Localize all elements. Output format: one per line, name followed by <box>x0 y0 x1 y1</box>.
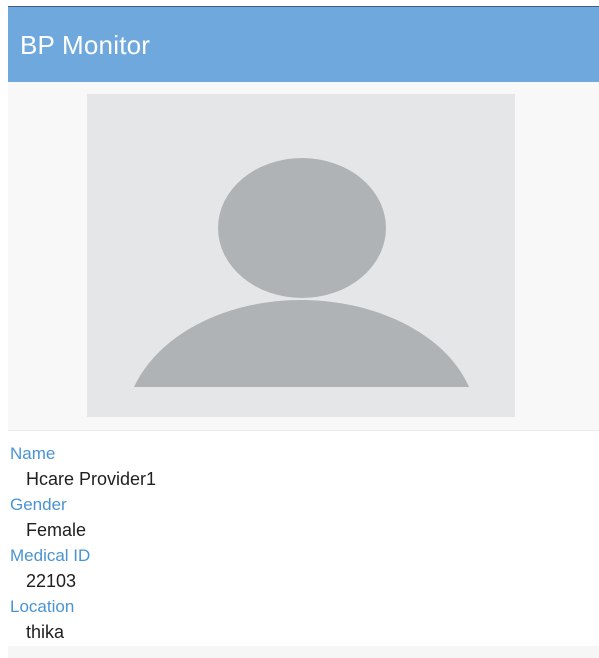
person-avatar-icon <box>87 94 515 417</box>
medical-id-field: Medical ID 22103 <box>10 547 590 590</box>
name-label: Name <box>10 444 56 463</box>
medical-id-value: 22103 <box>26 571 77 591</box>
name-value: Hcare Provider1 <box>26 469 157 489</box>
app-bar: BP Monitor <box>8 7 599 82</box>
location-label: Location <box>10 597 75 616</box>
location-value: thika <box>26 622 65 642</box>
app-title: BP Monitor <box>20 30 151 60</box>
bottom-strip <box>8 646 599 658</box>
gender-field: Gender Female <box>10 496 590 539</box>
name-field: Name Hcare Provider1 <box>10 445 590 488</box>
location-field: Location thika <box>10 598 590 641</box>
profile-details: Name Hcare Provider1 Gender Female Medic… <box>10 445 590 649</box>
medical-id-label: Medical ID <box>10 546 91 565</box>
gender-label: Gender <box>10 495 67 514</box>
gender-value: Female <box>26 520 87 540</box>
section-divider <box>8 430 599 431</box>
profile-photo-panel <box>8 82 599 430</box>
profile-avatar[interactable] <box>87 94 515 417</box>
